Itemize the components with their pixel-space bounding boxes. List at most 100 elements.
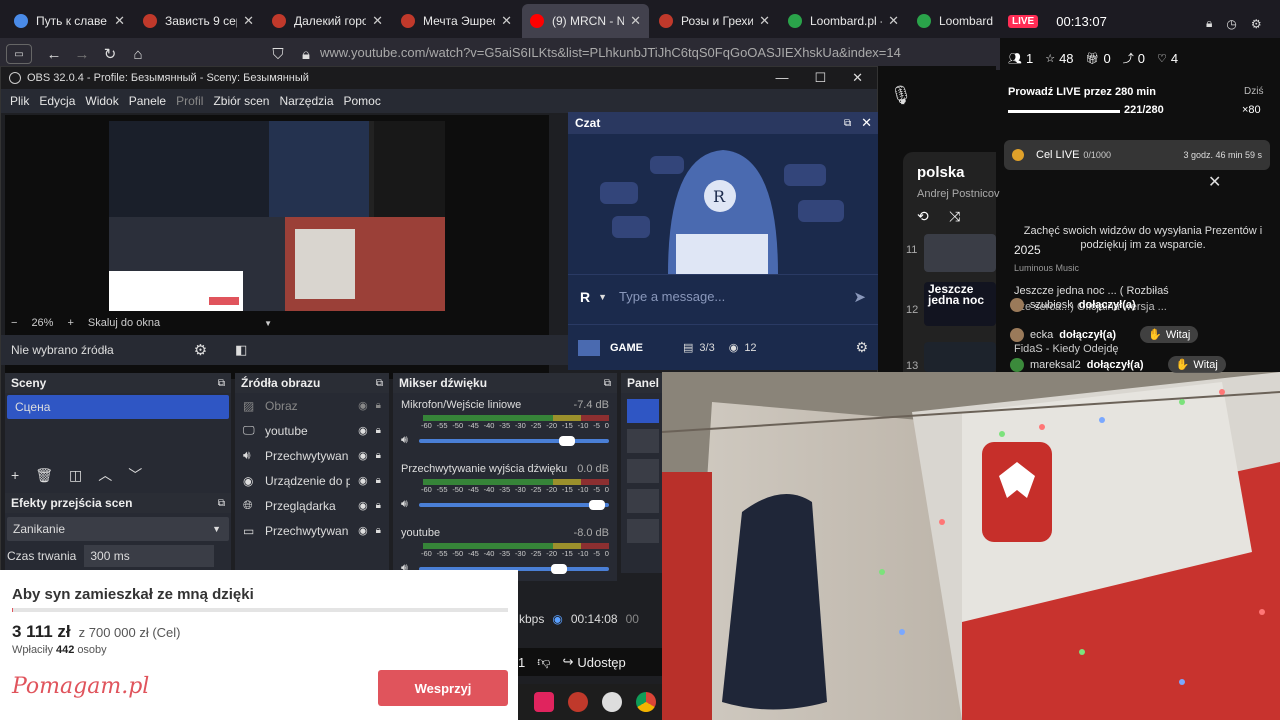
eye-icon[interactable]: ◉ <box>358 524 368 537</box>
browser-tab[interactable]: Розы и Грехи 4 се ✕ <box>651 4 778 38</box>
eye-icon[interactable]: ◉ <box>358 474 368 487</box>
minimize-button[interactable]: — <box>775 70 788 86</box>
close-icon[interactable]: ✕ <box>861 115 872 131</box>
speaker-icon[interactable]: 🔊︎ <box>401 498 419 511</box>
source-item[interactable]: 🔊︎ Przechwytywan ◉ 🔒︎ <box>235 443 389 468</box>
chevron-down-icon[interactable]: ▼ <box>264 319 272 328</box>
filter-icon[interactable]: ◫ <box>69 467 82 484</box>
lock-icon[interactable]: 🔒︎ <box>376 525 381 536</box>
dislike-icon[interactable]: 👎︎ <box>537 654 550 670</box>
lock-icon[interactable]: 🔒︎ <box>376 400 381 411</box>
close-icon[interactable]: ✕ <box>630 13 641 29</box>
share-label[interactable]: Udostęp <box>577 655 625 670</box>
volume-slider[interactable] <box>419 499 609 510</box>
undock-icon[interactable]: ⧉ <box>604 378 611 389</box>
lock-icon[interactable]: 🔒︎ <box>376 450 381 461</box>
studio-mode-button[interactable] <box>627 489 659 513</box>
lock-icon[interactable]: 🔒︎ <box>376 475 381 486</box>
wave-button[interactable]: ✋ Witaj <box>1140 326 1199 343</box>
browser-tab[interactable]: Далекий город 44 ✕ <box>264 4 391 38</box>
video-thumb[interactable] <box>924 234 996 272</box>
move-down-icon[interactable]: ﹀ <box>128 465 142 485</box>
gear-icon[interactable]: ⚙ <box>855 339 868 356</box>
chrome-icon[interactable] <box>636 692 656 712</box>
close-icon[interactable]: ✕ <box>243 13 254 29</box>
repeat-icon[interactable]: ⟲ <box>917 208 929 225</box>
shuffle-icon[interactable]: ⤨ <box>949 208 960 225</box>
send-icon[interactable]: ➤ <box>853 288 866 306</box>
obs-app-icon[interactable] <box>602 692 622 712</box>
live-goal[interactable]: Cel LIVE 0/1000 3 godz. 46 min 59 s <box>1004 140 1270 170</box>
share-icon[interactable]: ↪ <box>562 654 573 670</box>
close-icon[interactable]: ✕ <box>501 13 512 29</box>
menu-item[interactable]: Plik <box>10 94 29 108</box>
menu-item[interactable]: Zbiór scen <box>213 94 269 108</box>
source-item[interactable]: ▭ Przechwytywan ◉ 🔒︎ <box>235 518 389 543</box>
lock-icon[interactable]: 🔒︎ <box>376 500 381 511</box>
lock-icon[interactable]: 🔒︎ <box>1206 16 1212 31</box>
eye-off-icon[interactable]: ◉ <box>358 399 368 412</box>
add-scene-icon[interactable]: + <box>11 467 19 483</box>
eye-icon[interactable]: ◉ <box>358 499 368 512</box>
tiktok-icon[interactable] <box>534 692 554 712</box>
gear-icon[interactable]: ⚙ <box>1251 17 1262 31</box>
clock-icon[interactable]: ◷ <box>1226 17 1236 31</box>
message-input[interactable]: Type a message... <box>619 289 853 304</box>
menu-item[interactable]: Edycja <box>39 94 75 108</box>
eye-icon[interactable]: ◉ <box>358 449 368 462</box>
gear-icon[interactable]: ⚙ <box>194 341 207 359</box>
zoom-out-button[interactable]: − <box>11 317 17 329</box>
wave-button[interactable]: ✋ Witaj <box>1167 356 1226 373</box>
video-thumb[interactable]: Jeszcze jedna noc <box>924 282 996 326</box>
speaker-icon[interactable]: 🔊︎ <box>401 434 419 447</box>
close-window-button[interactable]: ✕ <box>852 70 863 86</box>
volume-slider[interactable] <box>419 435 609 446</box>
undock-icon[interactable]: ⧉ <box>218 498 225 509</box>
undock-icon[interactable]: ⧉ <box>844 118 851 129</box>
browser-tab[interactable]: Путь к славе ✕ <box>6 4 133 38</box>
maximize-button[interactable]: ☐ <box>814 70 826 86</box>
home-icon[interactable]: ⌂ <box>124 40 152 68</box>
menu-item[interactable]: Panele <box>129 94 166 108</box>
r-app-icon[interactable] <box>568 692 588 712</box>
close-icon[interactable]: ✕ <box>1208 172 1221 192</box>
chevron-down-icon[interactable]: ▼ <box>598 292 607 302</box>
transition-select[interactable]: Zanikanie ▼ <box>7 517 229 541</box>
undock-icon[interactable]: ⧉ <box>218 378 225 389</box>
filters-icon[interactable]: ◧ <box>235 342 247 358</box>
back-icon[interactable]: ← <box>40 40 68 68</box>
menu-item[interactable]: Pomoc <box>344 94 381 108</box>
browser-tab[interactable]: Loombard.pl - nov ✕ <box>780 4 907 38</box>
duration-input[interactable]: 300 ms <box>84 545 215 567</box>
url-bar[interactable]: www.youtube.com/watch?v=G5aiS6ILKts&list… <box>320 45 901 60</box>
trash-icon[interactable]: 🗑︎ <box>35 467 53 484</box>
scene-item[interactable]: Сцена <box>7 395 229 419</box>
browser-tab[interactable]: (9) MRCN - N ✕ <box>522 4 649 38</box>
eye-icon[interactable]: ◉ <box>358 424 368 437</box>
sidebar-toggle-icon[interactable]: ▭ <box>6 44 32 64</box>
source-item[interactable]: 🌐︎ Przeglądarka ◉ 🔒︎ <box>235 493 389 518</box>
donate-button[interactable]: Wesprzyj <box>378 670 508 706</box>
browser-tab[interactable]: Зависть 9 серия на ✕ <box>135 4 262 38</box>
reload-icon[interactable]: ↻ <box>96 40 124 68</box>
start-recording-button[interactable] <box>627 429 659 453</box>
settings-button[interactable] <box>627 519 659 543</box>
video-thumb[interactable] <box>924 342 996 372</box>
menu-item[interactable]: Profil <box>176 94 203 108</box>
zoom-in-button[interactable]: + <box>67 317 73 329</box>
source-item[interactable]: ▨ Obraz ◉ 🔒︎ <box>235 393 389 418</box>
virtual-camera-button[interactable] <box>627 459 659 483</box>
source-item[interactable]: 🖵 youtube ◉ 🔒︎ <box>235 418 389 443</box>
close-icon[interactable]: ✕ <box>372 13 383 29</box>
close-icon[interactable]: ✕ <box>114 13 125 29</box>
menu-item[interactable]: Narzędzia <box>279 94 333 108</box>
menu-item[interactable]: Widok <box>85 94 118 108</box>
start-streaming-button[interactable] <box>627 399 659 423</box>
move-up-icon[interactable]: ︿ <box>98 465 112 485</box>
forward-icon[interactable]: → <box>68 40 96 68</box>
undock-icon[interactable]: ⧉ <box>376 378 383 389</box>
microphone-icon[interactable]: 🎙︎ <box>886 80 916 110</box>
close-icon[interactable]: ✕ <box>759 13 770 29</box>
browser-tab[interactable]: Мечта Эшрефа 27 ✕ <box>393 4 520 38</box>
source-item[interactable]: ◉ Urządzenie do p ◉ 🔒︎ <box>235 468 389 493</box>
